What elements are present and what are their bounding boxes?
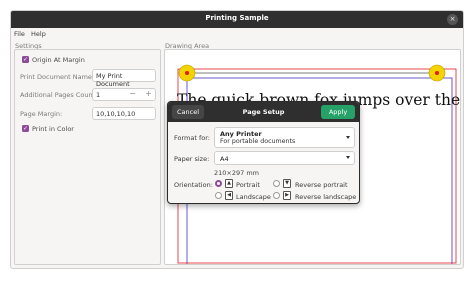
chevron-down-icon	[346, 135, 350, 139]
red-dot-left	[185, 71, 189, 75]
printer-description: For portable documents	[220, 138, 296, 145]
orientation-label: Orientation:	[174, 181, 213, 189]
page-margin-label: Page Margin:	[20, 110, 63, 118]
chevron-down-icon	[346, 156, 350, 159]
additional-pages-label: Additional Pages Count:	[20, 91, 98, 99]
page-setup-dialog: Page Setup Cancel Apply Format for: Any …	[167, 101, 360, 204]
close-icon[interactable]: ×	[447, 14, 458, 25]
reverse-landscape-radio[interactable]	[273, 192, 280, 199]
red-dot-right	[435, 71, 439, 75]
reverse-portrait-icon: ▼	[283, 179, 291, 188]
page-margin-field[interactable]: 10,10,10,10	[92, 107, 156, 120]
portrait-label: Portrait	[236, 181, 260, 189]
origin-at-margin-label: Origin At Margin	[32, 56, 85, 64]
origin-at-margin-checkbox[interactable]: ✓	[22, 56, 29, 63]
landscape-label: Landscape	[236, 193, 271, 201]
additional-pages-value: 1	[96, 91, 101, 99]
window-title: Printing Sample	[205, 14, 269, 22]
portrait-icon: ▲	[225, 179, 233, 188]
format-for-select[interactable]: Any Printer For portable documents	[214, 127, 355, 148]
paper-size-select[interactable]: A4	[214, 151, 355, 165]
apply-button[interactable]: Apply	[321, 105, 355, 119]
decrement-button[interactable]: −	[126, 88, 139, 101]
paper-size-value: A4	[220, 155, 229, 163]
paper-size-label: Paper size:	[174, 155, 210, 163]
menu-file[interactable]: File	[14, 30, 25, 38]
title-bar: Printing Sample ×	[11, 11, 463, 28]
reverse-portrait-radio[interactable]	[273, 180, 280, 187]
print-in-color-label: Print in Color	[32, 125, 74, 133]
reverse-portrait-label: Reverse portrait	[295, 181, 348, 189]
portrait-radio[interactable]	[215, 180, 222, 187]
landscape-icon: ◀	[225, 191, 233, 200]
reverse-landscape-icon: ▶	[283, 191, 291, 200]
print-in-color-checkbox[interactable]: ✓	[22, 125, 29, 132]
landscape-radio[interactable]	[215, 192, 222, 199]
increment-button[interactable]: +	[142, 88, 155, 101]
printer-name: Any Printer	[220, 130, 262, 138]
print-document-name-label: Print Document Name:	[20, 73, 95, 81]
reverse-landscape-label: Reverse landscape	[295, 193, 357, 201]
menu-help[interactable]: Help	[31, 30, 46, 38]
print-document-name-field[interactable]: My Print Document	[92, 69, 156, 88]
dialog-header: Page Setup Cancel Apply	[168, 102, 359, 122]
menu-bar: File Help	[11, 28, 463, 40]
format-for-label: Format for:	[174, 134, 210, 142]
cancel-button[interactable]: Cancel	[172, 105, 204, 119]
paper-dimensions: 210×297 mm	[214, 169, 259, 177]
